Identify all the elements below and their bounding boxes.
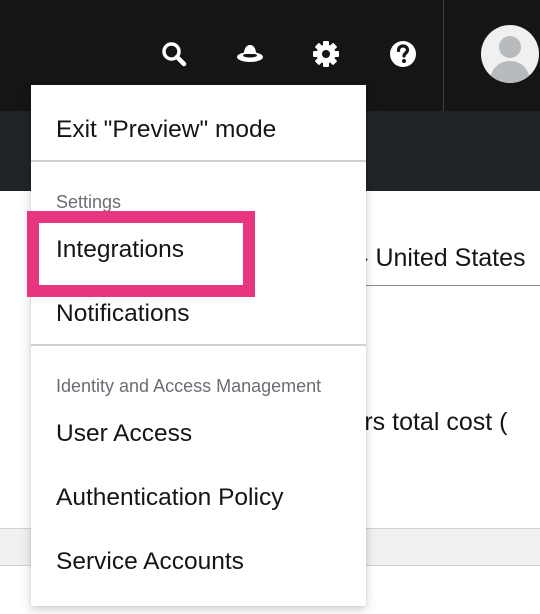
search-icon[interactable] <box>158 38 190 70</box>
exit-preview-mode-item[interactable]: Exit "Preview" mode <box>56 116 276 144</box>
menu-divider <box>31 344 366 346</box>
service-accounts-item[interactable]: Service Accounts <box>56 548 244 576</box>
integrations-item[interactable]: Integrations <box>56 236 184 264</box>
redhat-icon[interactable] <box>234 38 266 70</box>
gear-icon[interactable] <box>310 38 342 70</box>
settings-dropdown-menu: Exit "Preview" mode Settings Integration… <box>31 85 366 606</box>
authentication-policy-item[interactable]: Authentication Policy <box>56 484 283 512</box>
user-access-item[interactable]: User Access <box>56 420 192 448</box>
settings-group-title: Settings <box>56 192 122 212</box>
toolbar-divider <box>443 0 444 111</box>
menu-divider <box>31 160 366 162</box>
notifications-item[interactable]: Notifications <box>56 300 189 328</box>
help-icon[interactable] <box>387 38 419 70</box>
iam-group-title: Identity and Access Management <box>56 376 322 396</box>
user-avatar-icon[interactable] <box>481 25 539 83</box>
